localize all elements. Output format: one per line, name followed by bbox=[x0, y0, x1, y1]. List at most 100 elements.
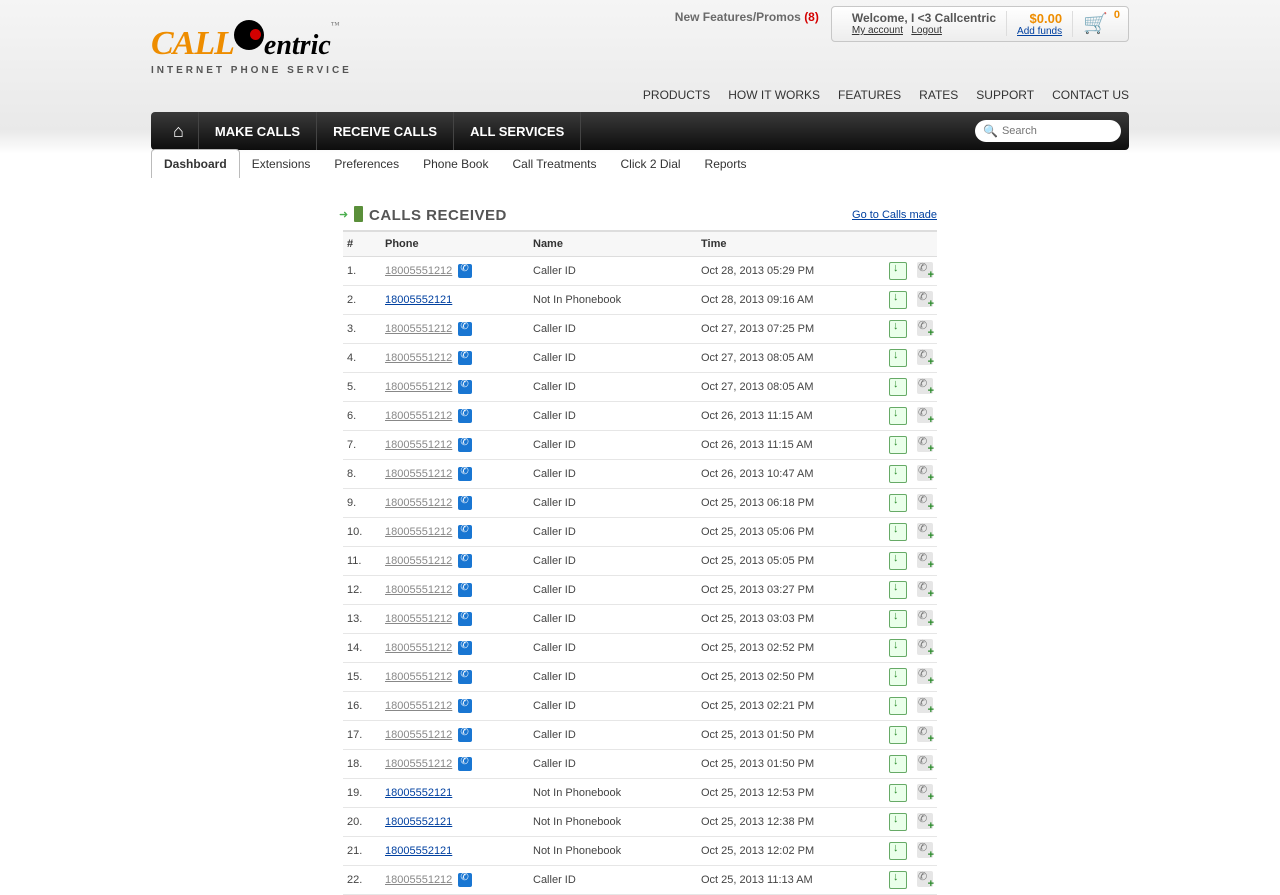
row-number: 7. bbox=[343, 431, 381, 460]
phone-number-link[interactable]: 18005551212 bbox=[385, 497, 452, 509]
phone-number-link[interactable]: 18005551212 bbox=[385, 874, 452, 886]
add-contact-icon[interactable] bbox=[917, 465, 933, 481]
add-contact-icon[interactable] bbox=[917, 349, 933, 365]
row-number: 18. bbox=[343, 750, 381, 779]
download-icon[interactable] bbox=[889, 755, 907, 773]
nav-all-services[interactable]: ALL SERVICES bbox=[454, 112, 581, 150]
add-contact-icon[interactable] bbox=[917, 523, 933, 539]
phone-number-link[interactable]: 18005551212 bbox=[385, 555, 452, 567]
download-icon[interactable] bbox=[889, 784, 907, 802]
nav-features[interactable]: FEATURES bbox=[838, 88, 901, 102]
download-icon[interactable] bbox=[889, 349, 907, 367]
add-contact-icon[interactable] bbox=[917, 494, 933, 510]
phone-badge-icon bbox=[458, 409, 472, 423]
phone-number-link[interactable]: 18005551212 bbox=[385, 642, 452, 654]
phone-number-link[interactable]: 18005552121 bbox=[385, 787, 452, 799]
tab-reports[interactable]: Reports bbox=[693, 150, 759, 178]
phone-number-link[interactable]: 18005552121 bbox=[385, 845, 452, 857]
search-input[interactable] bbox=[1000, 124, 1104, 138]
add-funds-link[interactable]: Add funds bbox=[1017, 26, 1062, 37]
phone-number-link[interactable]: 18005551212 bbox=[385, 613, 452, 625]
nav-contact-us[interactable]: CONTACT US bbox=[1052, 88, 1129, 102]
add-contact-icon[interactable] bbox=[917, 726, 933, 742]
nav-support[interactable]: SUPPORT bbox=[976, 88, 1034, 102]
add-contact-icon[interactable] bbox=[917, 813, 933, 829]
download-icon[interactable] bbox=[889, 871, 907, 889]
home-button[interactable] bbox=[159, 112, 199, 150]
add-contact-icon[interactable] bbox=[917, 842, 933, 858]
nav-products[interactable]: PRODUCTS bbox=[643, 88, 710, 102]
nav-how-it-works[interactable]: HOW IT WORKS bbox=[728, 88, 820, 102]
download-icon[interactable] bbox=[889, 494, 907, 512]
add-contact-icon[interactable] bbox=[917, 784, 933, 800]
tab-click-2-dial[interactable]: Click 2 Dial bbox=[609, 150, 693, 178]
download-icon[interactable] bbox=[889, 581, 907, 599]
add-contact-icon[interactable] bbox=[917, 755, 933, 771]
download-icon[interactable] bbox=[889, 465, 907, 483]
add-contact-icon[interactable] bbox=[917, 871, 933, 887]
phone-number-link[interactable]: 18005551212 bbox=[385, 758, 452, 770]
add-contact-icon[interactable] bbox=[917, 262, 933, 278]
nav-receive-calls[interactable]: RECEIVE CALLS bbox=[317, 112, 454, 150]
download-icon[interactable] bbox=[889, 610, 907, 628]
nav-rates[interactable]: RATES bbox=[919, 88, 958, 102]
add-contact-icon[interactable] bbox=[917, 581, 933, 597]
phone-number-link[interactable]: 18005551212 bbox=[385, 584, 452, 596]
table-row: 4.18005551212 Caller IDOct 27, 2013 08:0… bbox=[343, 344, 937, 373]
phone-number-link[interactable]: 18005552121 bbox=[385, 294, 452, 306]
download-icon[interactable] bbox=[889, 813, 907, 831]
add-contact-icon[interactable] bbox=[917, 610, 933, 626]
add-contact-icon[interactable] bbox=[917, 668, 933, 684]
nav-make-calls[interactable]: MAKE CALLS bbox=[199, 112, 317, 150]
download-icon[interactable] bbox=[889, 842, 907, 860]
download-icon[interactable] bbox=[889, 523, 907, 541]
download-icon[interactable] bbox=[889, 407, 907, 425]
phone-number-link[interactable]: 18005551212 bbox=[385, 381, 452, 393]
add-contact-icon[interactable] bbox=[917, 320, 933, 336]
cart-button[interactable]: 0 bbox=[1073, 11, 1118, 36]
call-time: Oct 26, 2013 11:15 AM bbox=[697, 431, 875, 460]
my-account-link[interactable]: My account bbox=[852, 25, 903, 36]
logo[interactable]: CALLentric™ bbox=[151, 20, 352, 63]
phone-number-link[interactable]: 18005551212 bbox=[385, 729, 452, 741]
add-contact-icon[interactable] bbox=[917, 552, 933, 568]
download-icon[interactable] bbox=[889, 726, 907, 744]
tab-call-treatments[interactable]: Call Treatments bbox=[500, 150, 608, 178]
phone-number-link[interactable]: 18005551212 bbox=[385, 468, 452, 480]
download-icon[interactable] bbox=[889, 262, 907, 280]
download-icon[interactable] bbox=[889, 668, 907, 686]
add-contact-icon[interactable] bbox=[917, 697, 933, 713]
download-icon[interactable] bbox=[889, 378, 907, 396]
phone-badge-icon bbox=[458, 670, 472, 684]
phone-number-link[interactable]: 18005551212 bbox=[385, 526, 452, 538]
download-icon[interactable] bbox=[889, 697, 907, 715]
row-number: 2. bbox=[343, 286, 381, 315]
phone-number-link[interactable]: 18005551212 bbox=[385, 352, 452, 364]
phone-number-link[interactable]: 18005551212 bbox=[385, 671, 452, 683]
add-contact-icon[interactable] bbox=[917, 639, 933, 655]
tab-extensions[interactable]: Extensions bbox=[240, 150, 323, 178]
logout-link[interactable]: Logout bbox=[911, 25, 942, 36]
row-number: 11. bbox=[343, 547, 381, 576]
add-contact-icon[interactable] bbox=[917, 436, 933, 452]
row-number: 6. bbox=[343, 402, 381, 431]
add-contact-icon[interactable] bbox=[917, 378, 933, 394]
download-icon[interactable] bbox=[889, 291, 907, 309]
download-icon[interactable] bbox=[889, 552, 907, 570]
add-contact-icon[interactable] bbox=[917, 291, 933, 307]
phone-number-link[interactable]: 18005552121 bbox=[385, 816, 452, 828]
phone-number-link[interactable]: 18005551212 bbox=[385, 323, 452, 335]
download-icon[interactable] bbox=[889, 639, 907, 657]
tab-dashboard[interactable]: Dashboard bbox=[151, 149, 240, 178]
phone-number-link[interactable]: 18005551212 bbox=[385, 410, 452, 422]
phone-number-link[interactable]: 18005551212 bbox=[385, 439, 452, 451]
download-icon[interactable] bbox=[889, 320, 907, 338]
promos-link[interactable]: New Features/Promos (8) bbox=[675, 6, 819, 24]
phone-number-link[interactable]: 18005551212 bbox=[385, 265, 452, 277]
tab-preferences[interactable]: Preferences bbox=[322, 150, 411, 178]
download-icon[interactable] bbox=[889, 436, 907, 454]
tab-phone-book[interactable]: Phone Book bbox=[411, 150, 500, 178]
phone-number-link[interactable]: 18005551212 bbox=[385, 700, 452, 712]
goto-calls-made-link[interactable]: Go to Calls made bbox=[852, 209, 937, 221]
add-contact-icon[interactable] bbox=[917, 407, 933, 423]
